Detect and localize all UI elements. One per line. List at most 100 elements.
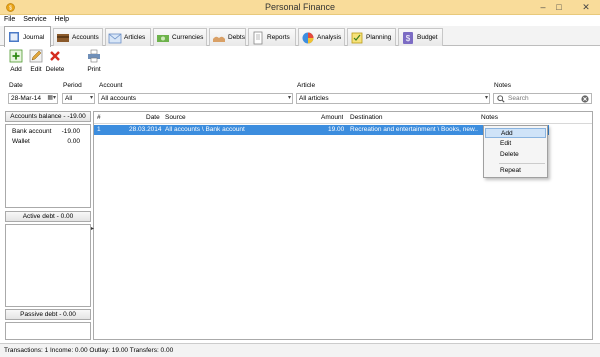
tab-label: Articles (124, 34, 146, 41)
context-menu: Add Edit Delete Repeat (483, 125, 548, 178)
add-button[interactable]: Add (5, 49, 27, 73)
print-button[interactable]: Print (83, 49, 105, 73)
tab-label: Debts (228, 34, 245, 41)
account-value: -19.00 (61, 128, 80, 135)
account-row[interactable]: Wallet 0.00 (6, 137, 90, 147)
reports-icon (253, 31, 263, 44)
chevron-down-icon: ▾ (484, 95, 488, 101)
date-label: Date (9, 82, 23, 89)
account-value: 0.00 (67, 138, 80, 145)
tab-reports[interactable]: Reports (248, 28, 296, 46)
accounts-list: Bank account -19.00 Wallet 0.00 (5, 124, 91, 208)
articles-icon (108, 33, 122, 43)
context-add[interactable]: Add (485, 128, 546, 138)
add-icon (9, 49, 23, 63)
chevron-down-icon: ▾ (89, 95, 93, 101)
planning-icon (351, 32, 363, 43)
search-input[interactable]: Search (493, 93, 592, 104)
status-bar: Transactions: 1 Income: 0.00 Outlay: 19.… (0, 343, 600, 357)
menu-service[interactable]: Service (19, 15, 50, 24)
accounts-balance-header[interactable]: Accounts balance - -19.00 (5, 111, 91, 122)
passive-debt-list (5, 322, 91, 340)
cell-amount: 19.00 (328, 126, 345, 133)
tab-currencies[interactable]: Currencies (153, 28, 207, 46)
menu-help[interactable]: Help (51, 15, 73, 24)
tab-label: Currencies (172, 34, 204, 41)
account-name: Bank account (12, 128, 52, 135)
search-placeholder: Search (508, 95, 529, 102)
article-select[interactable]: All articles ▾ (296, 93, 490, 104)
table-row[interactable]: 1 28.03.2014 All accounts \ Bank account… (94, 125, 549, 135)
article-label: Article (297, 82, 316, 89)
tab-articles[interactable]: Articles (105, 28, 151, 46)
cell-number: 1 (97, 126, 101, 133)
toolbar: Add Edit Delete Print (0, 47, 600, 79)
tab-debts[interactable]: Debts (209, 28, 246, 46)
analysis-icon (302, 32, 314, 43)
budget-icon: $ (403, 31, 413, 44)
tab-accounts[interactable]: Accounts (53, 28, 103, 46)
context-edit[interactable]: Edit (485, 139, 546, 149)
column-header-destination[interactable]: Destination (350, 114, 383, 121)
clear-icon[interactable] (581, 95, 589, 103)
row-indicator: ▸ (91, 226, 95, 232)
column-header-source[interactable]: Source (165, 114, 186, 121)
date-picker[interactable]: 28-Mar-14 ▦▾ (8, 93, 58, 104)
period-value: All (65, 95, 73, 102)
date-value: 28-Mar-14 (11, 95, 41, 102)
active-debt-header[interactable]: Active debt - 0.00 (5, 211, 91, 222)
context-delete[interactable]: Delete (485, 150, 546, 160)
tab-budget[interactable]: $ Budget (398, 28, 443, 46)
context-separator (499, 163, 545, 164)
chevron-down-icon: ▾ (287, 95, 291, 101)
debts-icon (213, 36, 225, 42)
filter-bar: Date 28-Mar-14 ▦▾ Period All ▾ Account A… (0, 82, 600, 106)
tab-label: Planning (366, 34, 392, 41)
account-value: All accounts (101, 95, 137, 102)
close-button[interactable]: ✕ (566, 2, 600, 13)
context-repeat[interactable]: Repeat (485, 166, 546, 176)
period-select[interactable]: All ▾ (62, 93, 95, 104)
tab-label: Journal (23, 33, 45, 41)
tab-label: Accounts (72, 34, 99, 41)
period-label: Period (63, 82, 82, 89)
journal-icon (9, 32, 19, 42)
edit-icon (29, 49, 43, 63)
tab-label: Reports (267, 34, 290, 41)
printer-icon (88, 49, 100, 63)
minimize-button[interactable]: – (536, 2, 550, 12)
calendar-icon[interactable]: ▦▾ (47, 94, 56, 101)
cell-destination: Recreation and entertainment \ Books, ne… (350, 126, 478, 133)
table-header: # Date Source Amount Destination Notes (94, 112, 592, 124)
delete-button[interactable]: Delete (44, 49, 66, 73)
delete-icon (50, 51, 60, 61)
column-header-notes[interactable]: Notes (481, 114, 498, 121)
tab-analysis[interactable]: Analysis (298, 28, 345, 46)
account-row[interactable]: Bank account -19.00 (6, 127, 90, 137)
print-label: Print (87, 66, 101, 73)
tab-journal[interactable]: Journal (4, 26, 51, 47)
menu-file[interactable]: File (0, 15, 19, 24)
column-header-number[interactable]: # (97, 114, 101, 121)
window-title: Personal Finance (264, 2, 336, 12)
maximize-button[interactable]: □ (552, 2, 566, 12)
passive-debt-header[interactable]: Passive debt - 0.00 (5, 309, 91, 320)
currencies-icon (157, 34, 169, 42)
add-label: Add (10, 66, 22, 73)
account-name: Wallet (12, 138, 30, 145)
tab-planning[interactable]: Planning (347, 28, 396, 46)
cell-date: 28.03.2014 (129, 126, 162, 133)
module-tabs: Journal Accounts Articles Currencies Deb… (0, 26, 600, 47)
svg-text:$: $ (406, 34, 411, 43)
balance-panel: Accounts balance - -19.00 Bank account -… (5, 111, 91, 340)
cell-source: All accounts \ Bank account (165, 126, 245, 133)
notes-label: Notes (494, 82, 511, 89)
column-header-amount[interactable]: Amount (321, 114, 343, 121)
article-value: All articles (299, 95, 329, 102)
accounts-icon (57, 33, 69, 42)
account-select[interactable]: All accounts ▾ (98, 93, 293, 104)
search-icon (497, 95, 505, 103)
delete-label: Delete (45, 66, 65, 73)
title-bar: $ Personal Finance – □ ✕ (0, 0, 600, 15)
column-header-date[interactable]: Date (146, 114, 160, 121)
